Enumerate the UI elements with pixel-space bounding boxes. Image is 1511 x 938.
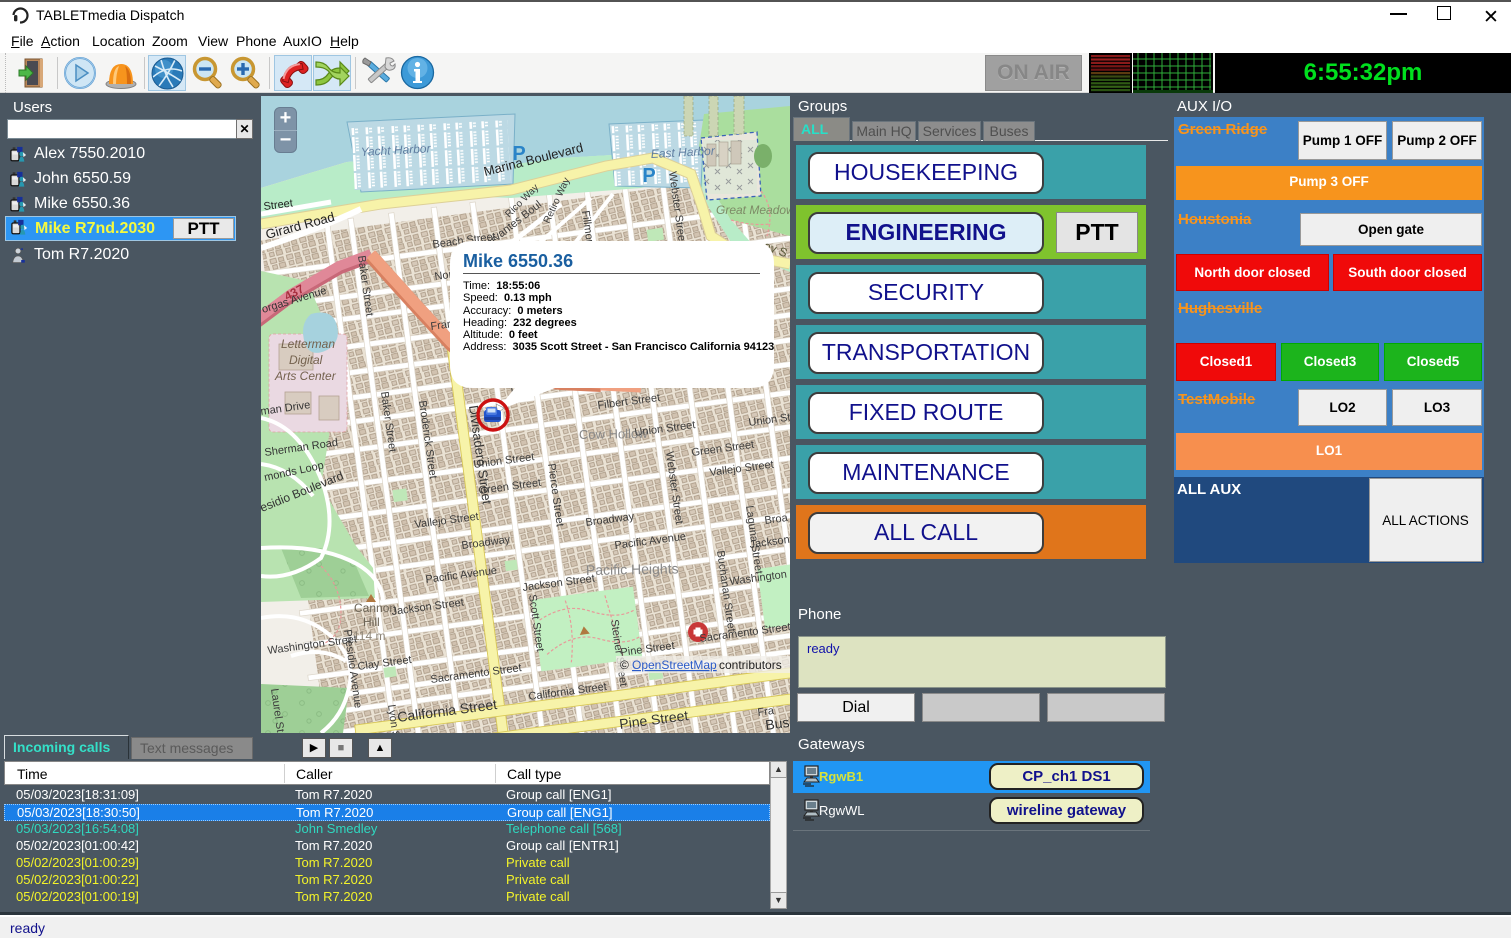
svg-text:114 m: 114 m bbox=[353, 629, 385, 643]
svg-text:Digital: Digital bbox=[289, 353, 323, 367]
svg-text:Great Meadow: Great Meadow bbox=[716, 203, 790, 217]
svg-text:OpenStreetMap: OpenStreetMap bbox=[632, 658, 717, 672]
svg-text:©: © bbox=[620, 658, 629, 672]
svg-text:Arts Center: Arts Center bbox=[274, 369, 337, 383]
svg-text:contributors: contributors bbox=[719, 658, 782, 672]
svg-text:Hill: Hill bbox=[363, 615, 380, 629]
svg-text:Letterman: Letterman bbox=[281, 337, 335, 351]
svg-text:P: P bbox=[642, 165, 655, 187]
svg-text:Cannon: Cannon bbox=[354, 601, 396, 615]
svg-text:Pacific Heights: Pacific Heights bbox=[586, 560, 679, 578]
